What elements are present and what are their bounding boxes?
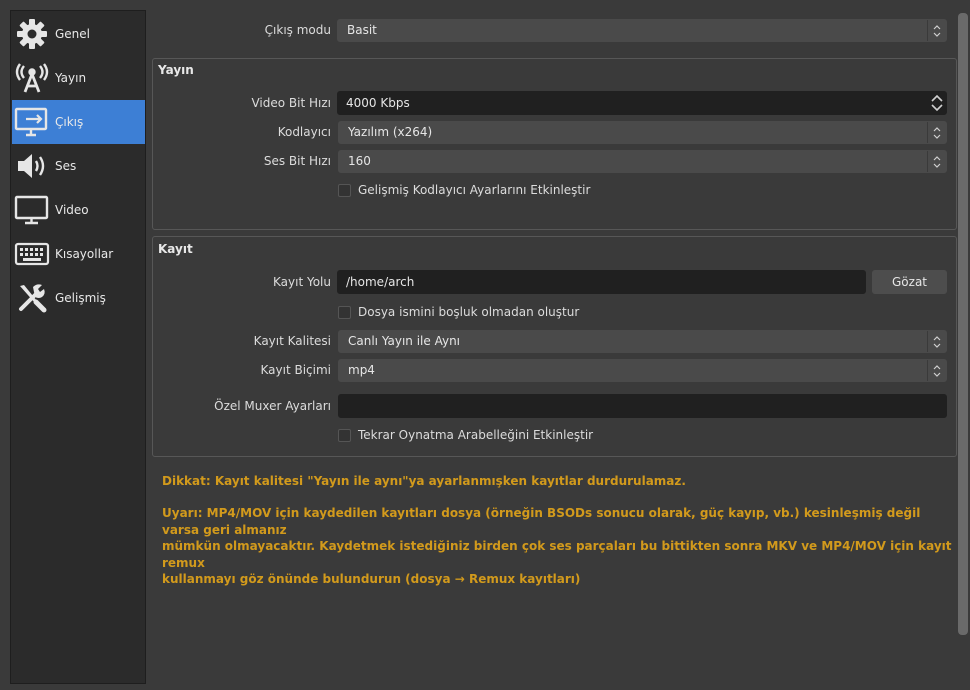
replay-buffer-checkbox[interactable]: Tekrar Oynatma Arabelleğini Etkinleştir: [338, 428, 593, 442]
video-bitrate-label: Video Bit Hızı: [251, 96, 331, 110]
mp4-warning-text: Uyarı: MP4/MOV için kaydedilen kayıtları…: [162, 506, 952, 586]
output-mode-select[interactable]: Basit: [337, 19, 947, 42]
audio-bitrate-label: Ses Bit Hızı: [263, 154, 331, 168]
sidebar-item-label: Yayın: [55, 71, 87, 85]
sidebar-item-label: Ses: [55, 159, 77, 173]
sidebar-item-audio[interactable]: Ses: [12, 144, 145, 188]
sidebar-item-video[interactable]: Video: [12, 188, 145, 232]
combo-arrows-icon: [927, 122, 946, 143]
sidebar-item-stream[interactable]: Yayın: [12, 56, 145, 100]
encoder-label: Kodlayıcı: [277, 125, 331, 139]
recording-quality-select[interactable]: Canlı Yayın ile Aynı: [338, 330, 947, 353]
recording-format-select[interactable]: mp4: [338, 359, 947, 382]
recording-format-label: Kayıt Biçimi: [260, 363, 332, 377]
sidebar-item-label: Genel: [55, 27, 91, 41]
custom-muxer-label: Özel Muxer Ayarları: [214, 399, 331, 413]
scrollbar-thumb[interactable]: [958, 13, 968, 635]
output-mode-label: Çıkış modu: [264, 23, 331, 37]
combo-arrows-icon: [927, 360, 946, 381]
combo-arrows-icon: [927, 331, 946, 352]
sidebar-item-label: Çıkış: [55, 115, 84, 129]
custom-muxer-input[interactable]: [338, 394, 947, 418]
tools-icon: [14, 280, 50, 316]
video-bitrate-spinbox[interactable]: 4000 Kbps: [337, 91, 947, 115]
stream-group-title: Yayın: [158, 63, 194, 77]
sidebar-item-output[interactable]: Çıkış: [12, 100, 145, 144]
browse-button[interactable]: Gözat: [872, 270, 947, 294]
combo-arrows-icon: [927, 20, 946, 41]
recording-quality-label: Kayıt Kalitesi: [253, 334, 331, 348]
keyboard-icon: [14, 236, 50, 272]
monitor-icon: [14, 192, 50, 228]
settings-sidebar: Genel Yayın Çıkış Ses Video Kısayollar G…: [10, 10, 146, 684]
monitor-output-icon: [14, 104, 50, 140]
recording-path-input[interactable]: /home/arch: [337, 270, 866, 294]
encoder-select[interactable]: Yazılım (x264): [338, 121, 947, 144]
sidebar-item-hotkeys[interactable]: Kısayollar: [12, 232, 145, 276]
combo-arrows-icon: [927, 151, 946, 172]
stream-group: [152, 58, 957, 230]
checkbox-box[interactable]: [338, 305, 351, 319]
output-settings-panel: Çıkış modu Basit Yayın Video Bit Hızı 40…: [152, 0, 957, 690]
audio-bitrate-select[interactable]: 160: [338, 150, 947, 173]
sidebar-item-advanced[interactable]: Gelişmiş: [12, 276, 145, 320]
advanced-encoder-checkbox[interactable]: Gelişmiş Kodlayıcı Ayarlarını Etkinleşti…: [338, 183, 590, 197]
sidebar-item-label: Kısayollar: [55, 247, 114, 261]
checkbox-box[interactable]: [338, 428, 351, 442]
sidebar-item-label: Gelişmiş: [55, 291, 106, 305]
sidebar-item-general[interactable]: Genel: [12, 12, 145, 56]
gear-icon: [14, 16, 50, 52]
recording-group-title: Kayıt: [158, 242, 193, 256]
spinbox-arrows-icon[interactable]: [928, 92, 946, 114]
quality-warning-text: Dikkat: Kayıt kalitesi "Yayın ile aynı"y…: [162, 474, 686, 488]
no-space-filename-checkbox[interactable]: Dosya ismini boşluk olmadan oluştur: [338, 305, 579, 319]
speaker-icon: [14, 148, 50, 184]
sidebar-item-label: Video: [55, 203, 89, 217]
recording-path-label: Kayıt Yolu: [273, 275, 331, 289]
checkbox-box[interactable]: [338, 183, 351, 197]
broadcast-antenna-icon: [14, 60, 50, 96]
